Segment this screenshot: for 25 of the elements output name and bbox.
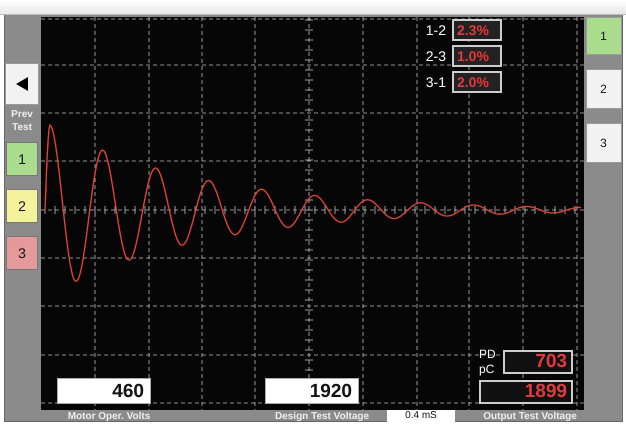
motor-volts-label: Motor Oper. Volts [66,410,152,422]
time-scale-field: 0.4 mS [387,409,455,423]
prev-test-button[interactable]: 1 [6,142,38,176]
prev-test-button[interactable]: 3 [6,236,38,270]
phase-button[interactable]: 2 [586,69,622,109]
previous-button[interactable] [5,63,39,105]
imbalance-value: 2.3% [452,19,502,41]
output-voltage-field: 1899 [479,380,573,404]
pc-unit-label: pC [479,362,494,376]
imbalance-value: 2.0% [452,71,502,93]
pd-value-field: 703 [503,350,573,374]
phase-button[interactable]: 3 [586,123,622,163]
imbalance-value: 1.0% [452,45,502,67]
prev-test-button[interactable]: 2 [6,189,38,223]
motor-volts-field: 460 [57,378,151,404]
phase-pair-label: 1-2 [426,22,446,38]
phase-pair-label: 3-1 [426,74,446,90]
output-voltage-label: Output Test Voltage [482,410,578,422]
phase-pair-label: 2-3 [426,48,446,64]
prev-test-label: Prev Test [10,108,34,134]
design-voltage-label: Design Test Voltage [274,410,370,422]
phase-button[interactable]: 1 [586,17,622,55]
design-voltage-field: 1920 [265,378,359,404]
left-triangle-icon [16,77,28,91]
pd-label: PD [479,347,496,361]
